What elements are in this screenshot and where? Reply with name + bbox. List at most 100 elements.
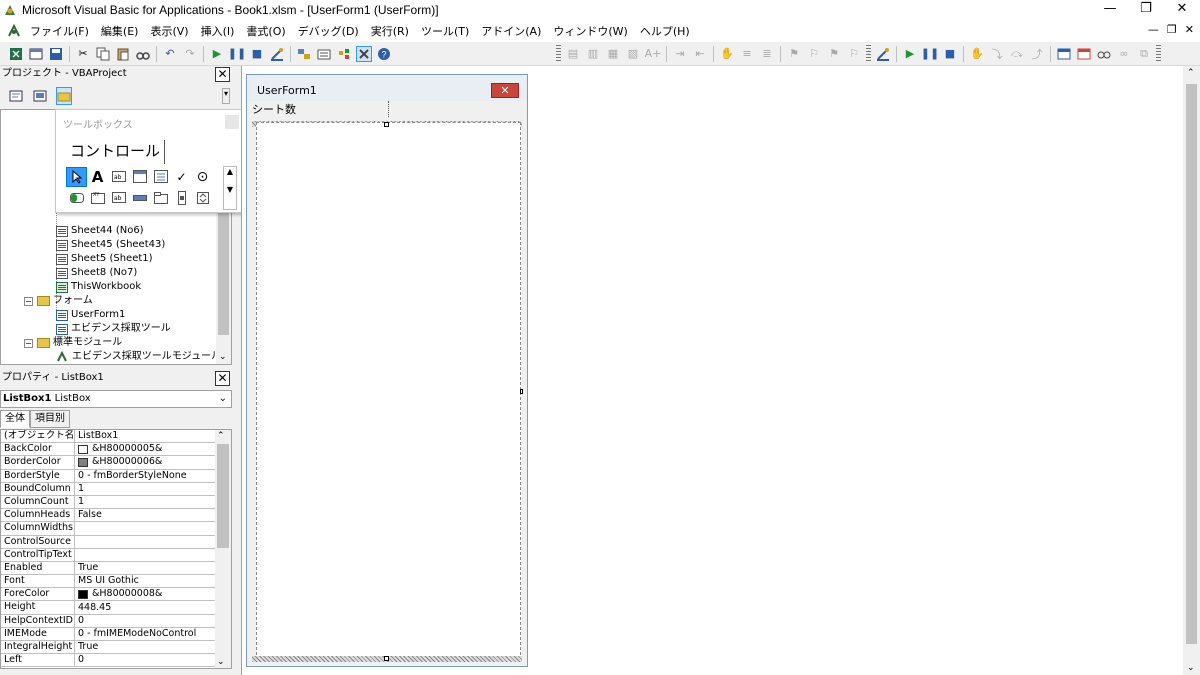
tree-folder[interactable]: − フォーム [24,294,93,308]
project-toolbar-overflow[interactable]: ▾ [222,88,230,104]
tree-item[interactable]: ThisWorkbook [56,280,141,294]
tree-item[interactable]: エビデンス採取ツールモジュール [56,350,221,364]
commandbutton-icon[interactable]: ab [108,188,129,208]
combobox-icon[interactable] [129,167,150,187]
menu-file[interactable]: ファイル(F) [24,23,95,39]
userform-close-button[interactable]: ✕ [491,83,519,98]
list-properties-icon[interactable]: ▤ [565,46,581,62]
toolbar-grip[interactable] [556,44,561,63]
step-out-icon[interactable]: ⤴ [1029,46,1045,62]
run-icon[interactable]: ▶ [209,46,225,62]
resize-handle[interactable] [520,389,523,394]
step-into-icon[interactable]: ⤵ [989,46,1005,62]
close-window-button[interactable]: ✕ [1164,0,1200,20]
find-icon[interactable] [135,46,151,62]
togglebutton-icon[interactable] [66,188,87,208]
property-row[interactable]: Font MS UI Gothic [1,575,231,589]
property-row[interactable]: BackColor &H80000005& [1,443,231,457]
vba-menu-icon[interactable] [6,23,22,39]
tree-item[interactable]: Sheet44 (No6) [56,224,144,238]
property-row[interactable]: HelpContextID 0 [1,614,231,628]
checkbox-icon[interactable]: ✓ [171,167,192,187]
resize-handle[interactable] [384,122,389,127]
debug-design-mode-icon[interactable] [875,46,891,62]
property-row[interactable]: ControlSource [1,535,231,549]
toolbox-close-button[interactable] [225,115,239,129]
tree-item[interactable]: Sheet8 (No7) [56,266,137,280]
toolbox-tab-controls[interactable]: コントロール [66,140,166,164]
project-close-button[interactable]: ✕ [215,67,230,82]
list-constants-icon[interactable]: ▥ [585,46,601,62]
tree-item[interactable]: エビデンス採取ツール [56,322,171,336]
mdi-close-button[interactable]: ✕ [1185,23,1194,36]
toolbar-grip[interactable] [866,44,871,63]
help-icon[interactable]: ? [376,46,392,62]
property-row[interactable]: Left 0 [1,654,231,668]
tabstrip-icon[interactable] [129,188,150,208]
previous-bookmark-icon[interactable]: ⚑ [826,46,842,62]
property-row[interactable]: IntegralHeight True [1,641,231,655]
toggle-breakpoint-icon[interactable]: ✋ [719,46,735,62]
spinbutton-icon[interactable] [192,188,213,208]
quick-watch-icon[interactable]: ∞ [1116,46,1132,62]
property-row[interactable]: ColumnCount 1 [1,495,231,510]
tab-alphabetic[interactable]: 全体 [0,410,30,428]
chevron-down-icon[interactable]: ⌄ [219,391,227,407]
undo-icon[interactable]: ↶ [162,46,178,62]
reset-icon[interactable]: ■ [249,46,265,62]
textbox-icon[interactable]: ab [108,167,129,187]
copy-icon[interactable] [95,46,111,62]
collapse-icon[interactable]: − [24,338,33,348]
tree-item[interactable]: Sheet45 (Sheet43) [56,238,165,252]
view-code-icon[interactable] [8,88,24,104]
comment-block-icon[interactable]: ≡ [739,46,755,62]
menu-window[interactable]: ウィンドウ(W) [547,23,633,39]
properties-scrollbar[interactable]: ⌃ ⌄ [215,430,231,668]
watch-window-icon[interactable] [1096,46,1112,62]
property-row[interactable]: ColumnHeads False [1,509,231,523]
immediate-window-icon[interactable] [1076,46,1092,62]
quick-info-icon[interactable]: ▦ [605,46,621,62]
excel-icon[interactable] [8,46,24,62]
toolbar-grip[interactable] [1156,44,1161,63]
toolbox-scrollbar[interactable]: ▲ ▼ [223,166,237,210]
mdi-restore-button[interactable]: ❐ [1167,23,1177,36]
userform-window[interactable]: UserForm1 ✕ シート数 [246,74,528,667]
menu-help[interactable]: ヘルプ(H) [634,23,696,39]
object-select[interactable]: ListBox1 ListBox ⌄ [0,390,232,408]
property-row[interactable]: ForeColor &H80000008& [1,588,231,602]
debug-reset-icon[interactable]: ■ [942,46,958,62]
tree-item[interactable]: Sheet5 (Sheet1) [56,252,153,266]
menu-edit[interactable]: 編集(E) [95,23,145,39]
property-row[interactable]: ControlTipText [1,548,231,562]
parameter-info-icon[interactable]: ▧ [625,46,641,62]
debug-run-icon[interactable]: ▶ [902,46,918,62]
mdi-minimize-button[interactable]: — [1148,23,1159,36]
optionbutton-icon[interactable]: ⊙ [192,167,213,187]
menu-format[interactable]: 書式(O) [240,23,291,39]
locals-window-icon[interactable] [1056,46,1072,62]
toggle-folders-icon[interactable] [56,87,72,105]
property-row[interactable]: BoundColumn 1 [1,482,231,496]
property-row[interactable]: ColumnWidths [1,522,231,536]
property-row[interactable]: IMEMode 0 - fmIMEModeNoControl [1,627,231,641]
insert-userform-icon[interactable] [28,46,44,62]
pointer-icon[interactable] [66,166,87,187]
menu-run[interactable]: 実行(R) [365,23,415,39]
minimize-button[interactable]: — [1092,0,1128,20]
menu-view[interactable]: 表示(V) [144,23,194,39]
menu-debug[interactable]: デバッグ(D) [292,23,365,39]
tree-item[interactable]: UserForm1 [56,308,125,322]
complete-word-icon[interactable]: A+ [645,46,662,62]
uncomment-block-icon[interactable]: ≣ [759,46,775,62]
debug-break-icon[interactable]: ❚❚ [921,46,939,62]
indent-icon[interactable]: ⇥ [672,46,688,62]
call-stack-icon[interactable]: ⧉ [1136,46,1152,62]
break-icon[interactable]: ❚❚ [228,46,246,62]
view-object-icon[interactable] [32,88,48,104]
menu-tools[interactable]: ツール(T) [415,23,475,39]
menu-insert[interactable]: 挿入(I) [195,23,241,39]
tab-categorized[interactable]: 項目別 [30,410,70,428]
design-mode-icon[interactable] [269,46,285,62]
property-row[interactable]: (オブジェクト名) ListBox1 [1,430,231,444]
